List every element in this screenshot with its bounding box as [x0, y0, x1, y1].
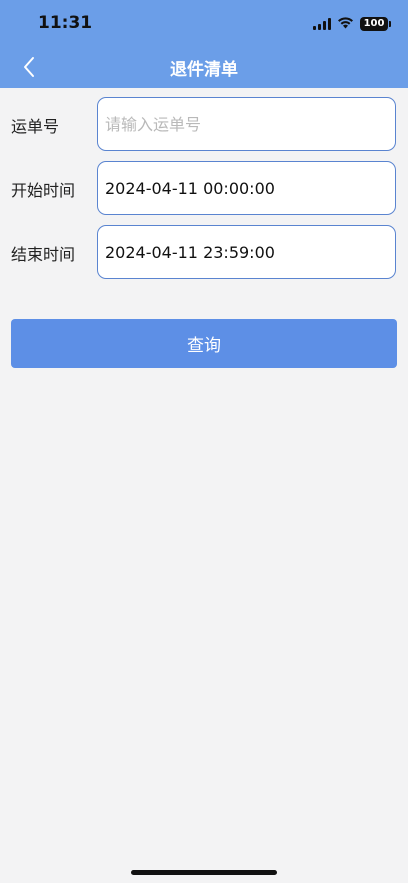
waybill-row: 运单号: [0, 96, 408, 160]
start-time-label: 开始时间: [11, 181, 76, 200]
wifi-icon: [337, 14, 354, 33]
battery-level: 100: [363, 18, 385, 29]
home-indicator: [131, 870, 277, 875]
waybill-input[interactable]: [97, 97, 396, 151]
battery-icon: 100: [360, 16, 391, 31]
query-button[interactable]: 查询: [11, 319, 397, 368]
end-time-field[interactable]: 2024-04-11 23:59:00: [97, 225, 396, 279]
end-time-row: 结束时间 2024-04-11 23:59:00: [0, 224, 408, 288]
nav-bar: 退件清单: [0, 46, 408, 88]
signal-icon: [313, 17, 331, 30]
search-form: 运单号 开始时间 2024-04-11 00:00:00 结束时间 2024-0…: [0, 96, 408, 288]
status-bar: 11:31 100: [0, 0, 408, 46]
page-title: 退件清单: [170, 60, 238, 80]
start-time-field[interactable]: 2024-04-11 00:00:00: [97, 161, 396, 215]
status-time: 11:31: [38, 13, 93, 33]
end-time-label: 结束时间: [11, 245, 76, 264]
waybill-label: 运单号: [11, 117, 60, 136]
start-time-row: 开始时间 2024-04-11 00:00:00: [0, 160, 408, 224]
status-icons: 100: [313, 14, 391, 33]
